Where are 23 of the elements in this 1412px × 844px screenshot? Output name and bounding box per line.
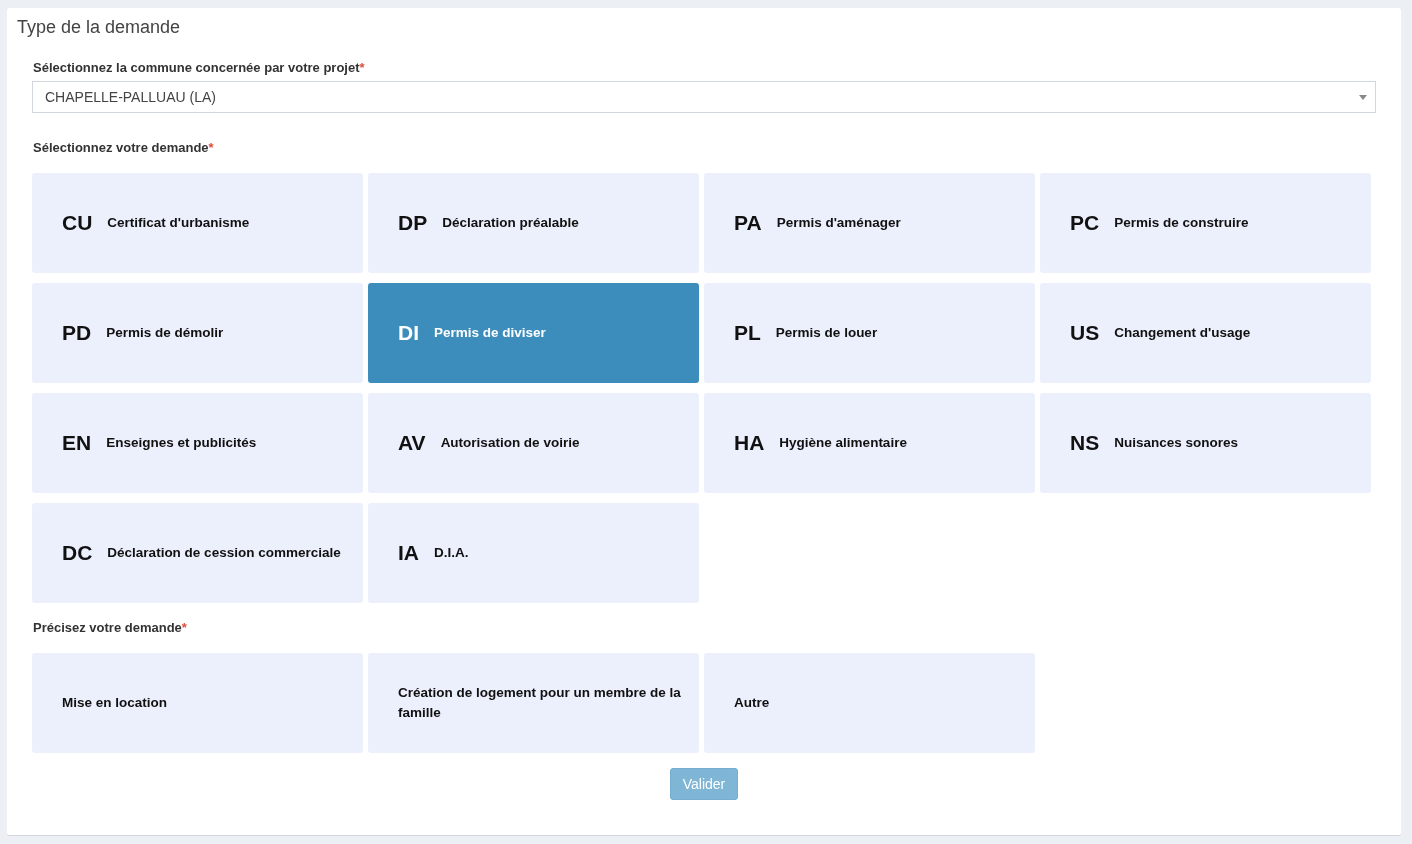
- request-type-tile[interactable]: HA Hygiène alimentaire: [704, 393, 1035, 493]
- request-type-tile[interactable]: AV Autorisation de voirie: [368, 393, 699, 493]
- request-type-tile[interactable]: DI Permis de diviser: [368, 283, 699, 383]
- request-detail-tile[interactable]: Autre: [704, 653, 1035, 753]
- commune-select[interactable]: CHAPELLE-PALLUAU (LA): [32, 81, 1376, 113]
- request-detail-tile[interactable]: Création de logement pour un membre de la famille: [368, 653, 699, 753]
- field-label: Sélectionnez votre demande*: [33, 140, 215, 155]
- request-type-tile[interactable]: US Changement d'usage: [1040, 283, 1371, 383]
- request-type-tile[interactable]: DP Déclaration préalable: [368, 173, 699, 273]
- request-type-tile[interactable]: PC Permis de construire: [1040, 173, 1371, 273]
- panel-title: Type de la demande: [17, 16, 182, 38]
- request-type-tile[interactable]: IA D.I.A.: [368, 503, 699, 603]
- request-detail-tile[interactable]: Mise en location: [32, 653, 363, 753]
- field-label: Précisez votre demande*: [33, 620, 188, 635]
- request-type-tile[interactable]: CU Certificat d'urbanisme: [32, 173, 363, 273]
- request-type-tile[interactable]: PD Permis de démolir: [32, 283, 363, 383]
- request-type-tile[interactable]: EN Enseignes et publicités: [32, 393, 363, 493]
- caret-icon: [1359, 94, 1367, 100]
- field-label: Sélectionnez la commune concernée par votre projet*: [33, 60, 366, 75]
- request-type-tile[interactable]: NS Nuisances sonores: [1040, 393, 1371, 493]
- request-type-tile[interactable]: DC Déclaration de cession commerciale: [32, 503, 363, 603]
- request-type-tile[interactable]: PA Permis d'aménager: [704, 173, 1035, 273]
- request-type-tile[interactable]: PL Permis de louer: [704, 283, 1035, 383]
